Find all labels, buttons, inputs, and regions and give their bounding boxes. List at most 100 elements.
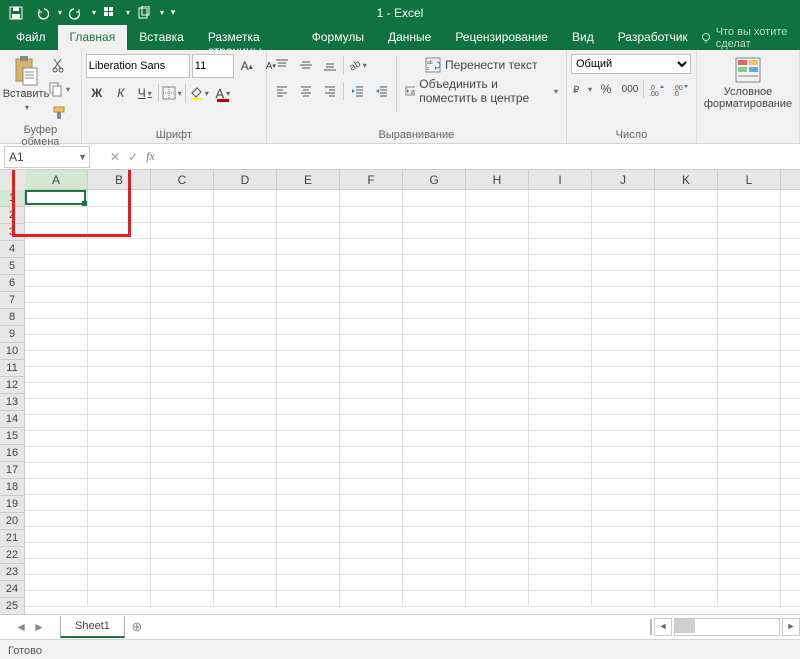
align-left-button[interactable] [271,80,293,102]
cell[interactable] [25,398,88,415]
row-header[interactable]: 20 [0,513,25,530]
cell[interactable] [25,190,88,207]
row-header[interactable]: 19 [0,496,25,513]
cell[interactable] [340,414,403,431]
align-middle-button[interactable] [295,54,317,76]
fx-icon[interactable]: fx [146,149,155,164]
cell[interactable] [25,334,88,351]
tab-insert[interactable]: Вставка [127,25,196,50]
cell[interactable] [466,462,529,479]
cell[interactable] [277,270,340,287]
cell[interactable] [25,526,88,543]
cell[interactable] [466,430,529,447]
scroll-right-icon[interactable]: ► [782,618,800,636]
cell[interactable] [718,302,781,319]
row-header[interactable]: 15 [0,428,25,445]
cell[interactable] [25,318,88,335]
cell[interactable] [781,510,800,527]
cell[interactable] [466,254,529,271]
cell[interactable] [214,430,277,447]
cell[interactable] [466,542,529,559]
cell[interactable] [592,446,655,463]
cell[interactable] [25,366,88,383]
align-right-button[interactable] [319,80,341,102]
tab-pagelayout[interactable]: Разметка страницы [196,25,300,50]
accounting-format-button[interactable]: ₽▾ [571,78,593,100]
row-header[interactable]: 23 [0,564,25,581]
cell[interactable] [151,366,214,383]
cell[interactable] [718,238,781,255]
cell[interactable] [151,414,214,431]
format-painter-button[interactable] [48,102,70,124]
cell[interactable] [403,366,466,383]
cell[interactable] [655,238,718,255]
cell[interactable] [529,302,592,319]
cell[interactable] [277,558,340,575]
sheet-nav-next-icon[interactable]: ► [33,620,45,634]
accept-formula-icon[interactable]: ✓ [128,150,138,164]
redo-icon[interactable] [64,1,88,25]
cell[interactable] [403,414,466,431]
cell[interactable] [25,206,88,223]
row-header[interactable]: 17 [0,462,25,479]
cell[interactable] [88,222,151,239]
cell[interactable] [151,238,214,255]
cell[interactable] [151,334,214,351]
cell[interactable] [592,382,655,399]
cell[interactable] [718,414,781,431]
cell[interactable] [214,206,277,223]
cell[interactable] [151,478,214,495]
cell[interactable] [781,238,800,255]
cell[interactable] [718,558,781,575]
column-header[interactable]: A [25,170,88,190]
cell[interactable] [403,286,466,303]
cell[interactable] [529,238,592,255]
cell[interactable] [466,238,529,255]
cell[interactable] [781,222,800,239]
cell[interactable] [25,446,88,463]
row-header[interactable]: 14 [0,411,25,428]
cell[interactable] [277,510,340,527]
cell[interactable] [151,318,214,335]
cell[interactable] [214,414,277,431]
row-header[interactable]: 11 [0,360,25,377]
row-header[interactable]: 18 [0,479,25,496]
cell[interactable] [151,462,214,479]
cell[interactable] [340,446,403,463]
percent-format-button[interactable]: % [595,78,617,100]
cell[interactable] [151,270,214,287]
row-header[interactable]: 4 [0,241,25,258]
select-all-button[interactable] [0,170,26,191]
cell[interactable] [340,590,403,607]
decrease-indent-button[interactable] [346,80,368,102]
cell[interactable] [214,574,277,591]
cell[interactable] [718,542,781,559]
cell[interactable] [529,510,592,527]
cell[interactable] [529,446,592,463]
cell[interactable] [403,430,466,447]
cell[interactable] [655,398,718,415]
cell[interactable] [340,238,403,255]
column-header[interactable]: B [88,170,151,190]
cell[interactable] [403,446,466,463]
cell[interactable] [403,382,466,399]
cell[interactable] [340,302,403,319]
cell[interactable] [529,206,592,223]
cell[interactable] [214,398,277,415]
cell[interactable] [655,462,718,479]
cell[interactable] [277,222,340,239]
sheet-nav-prev-icon[interactable]: ◄ [15,620,27,634]
cut-button[interactable] [48,54,70,76]
cell[interactable] [403,334,466,351]
cell[interactable] [403,222,466,239]
cell[interactable] [655,302,718,319]
cell[interactable] [718,254,781,271]
cell[interactable] [466,526,529,543]
cell[interactable] [25,462,88,479]
cell[interactable] [214,590,277,607]
cell[interactable] [403,574,466,591]
tab-view[interactable]: Вид [560,25,606,50]
cell[interactable] [718,270,781,287]
cell[interactable] [592,222,655,239]
cell[interactable] [214,526,277,543]
